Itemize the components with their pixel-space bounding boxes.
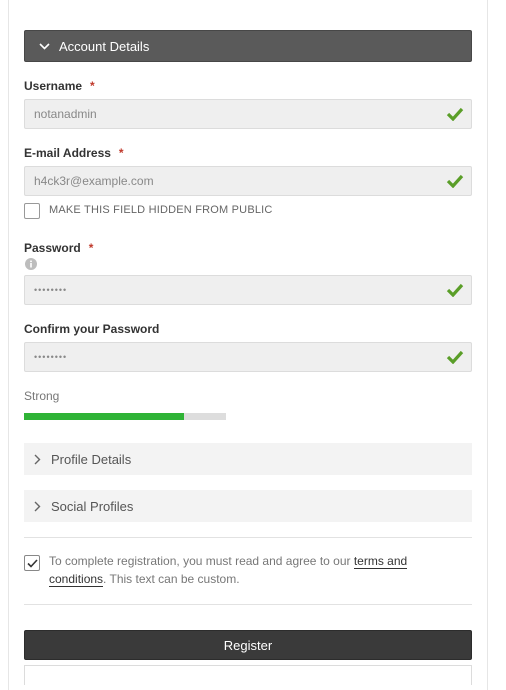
terms-text: To complete registration, you must read … bbox=[49, 554, 408, 587]
required-indicator: * bbox=[90, 79, 95, 93]
required-indicator: * bbox=[118, 146, 124, 160]
section-title: Account Details bbox=[59, 38, 150, 54]
checkbox-check-icon bbox=[26, 558, 38, 568]
password-strength-meter bbox=[24, 413, 226, 420]
profile-details-toggle[interactable]: Profile Details bbox=[24, 443, 472, 475]
section-title: Social Profiles bbox=[51, 498, 134, 514]
secondary-box bbox=[24, 665, 472, 685]
password-input[interactable]: •••••••• bbox=[24, 275, 472, 305]
hide-email-label: MAKE THIS FIELD HIDDEN FROM PUBLIC bbox=[49, 204, 273, 216]
chevron-right-icon bbox=[34, 501, 48, 512]
register-button[interactable]: Register bbox=[24, 630, 472, 660]
social-profiles-toggle[interactable]: Social Profiles bbox=[24, 490, 472, 522]
divider bbox=[24, 604, 472, 605]
username-value: notanadmin bbox=[34, 107, 97, 121]
email-value: h4ck3r@example.com bbox=[34, 174, 154, 188]
checkmark-icon bbox=[445, 104, 465, 124]
confirm-password-label: Confirm your Password bbox=[24, 322, 160, 336]
checkmark-icon bbox=[445, 347, 465, 367]
required-indicator: * bbox=[88, 241, 94, 255]
divider bbox=[24, 537, 472, 538]
password-strength-text: Strong bbox=[24, 389, 60, 403]
checkmark-icon bbox=[445, 280, 465, 300]
strength-meter-fill bbox=[24, 413, 184, 420]
username-label: Username * bbox=[24, 79, 95, 93]
confirm-password-input[interactable]: •••••••• bbox=[24, 342, 472, 372]
chevron-down-icon bbox=[29, 42, 59, 50]
info-icon[interactable] bbox=[25, 258, 37, 270]
email-label: E-mail Address * bbox=[24, 146, 124, 160]
section-title: Profile Details bbox=[51, 451, 132, 467]
checkmark-icon bbox=[445, 171, 465, 191]
email-input[interactable]: h4ck3r@example.com bbox=[24, 166, 472, 196]
chevron-right-icon bbox=[34, 454, 48, 465]
confirm-password-value: •••••••• bbox=[34, 352, 68, 362]
username-input[interactable]: notanadmin bbox=[24, 99, 472, 129]
password-label: Password * bbox=[24, 241, 94, 255]
password-value: •••••••• bbox=[34, 285, 68, 295]
account-details-toggle[interactable]: Account Details bbox=[24, 30, 472, 62]
hide-email-checkbox[interactable] bbox=[24, 203, 40, 219]
terms-checkbox[interactable] bbox=[24, 555, 40, 571]
